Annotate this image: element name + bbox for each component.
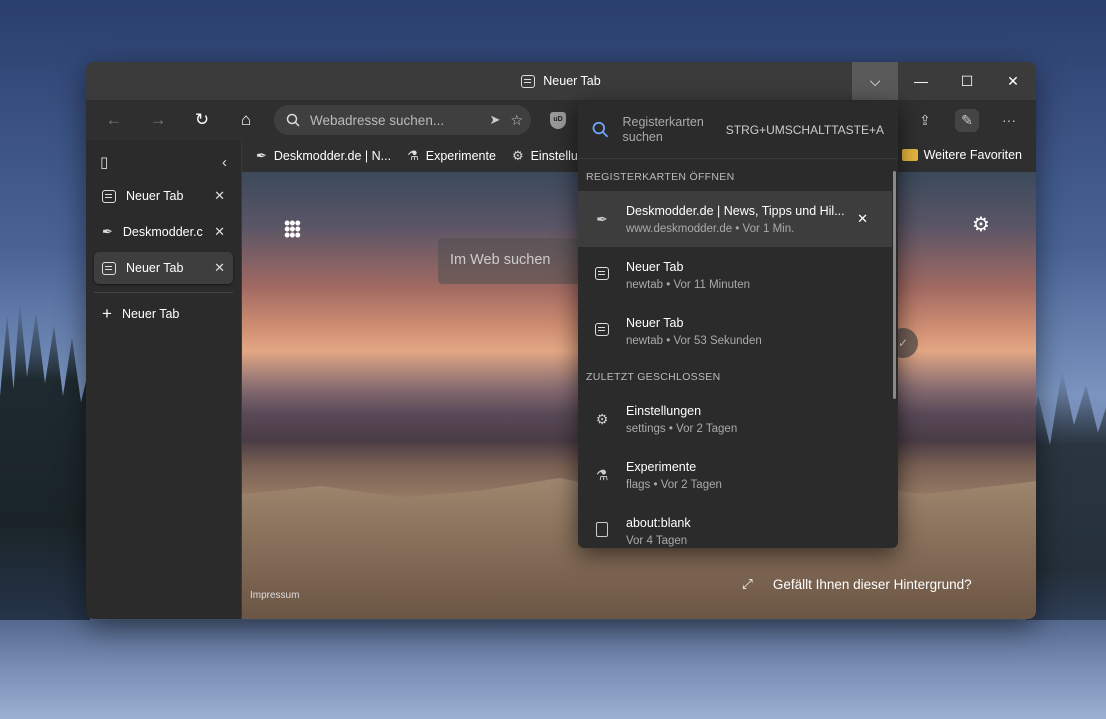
tab-search-item[interactable]: ✒ Deskmodder.de | News, Tipps und Hil...…: [578, 191, 892, 247]
collapse-sidebar-icon[interactable]: ‹: [222, 154, 227, 171]
newtab-icon: [595, 323, 609, 336]
tab-search-item[interactable]: Neuer Tab newtab • Vor 53 Sekunden: [578, 303, 898, 359]
tab-search-item-subtitle: newtab • Vor 11 Minuten: [626, 278, 751, 291]
open-tabs-section-title: REGISTERKARTEN ÖFFNEN: [586, 171, 735, 183]
tab-search-item-title: Einstellungen: [626, 403, 702, 418]
recently-closed-section-title: ZULETZT GESCHLOSSEN: [586, 371, 721, 383]
favorite-item[interactable]: ⚗ Experimente: [407, 148, 496, 164]
page-icon: [596, 522, 608, 537]
favorite-label: Deskmodder.de | N...: [273, 149, 392, 163]
desktop-trees-left: [0, 300, 90, 620]
favorite-item[interactable]: ⚙ Einstellu: [512, 148, 578, 164]
page-settings-gear-icon[interactable]: ⚙: [972, 212, 990, 237]
toolbar-right: ⇪ ✎ ···: [904, 104, 1036, 136]
newtab-icon: [102, 189, 116, 203]
tab-search-item[interactable]: about:blank Vor 4 Tagen: [578, 503, 898, 548]
tab-search-item-title: Neuer Tab: [626, 315, 684, 330]
window-controls: ⌵ — ☐ ✕: [852, 62, 1036, 100]
search-icon: [286, 113, 300, 127]
newtab-icon: [521, 74, 536, 88]
sidebar-tab[interactable]: ✒ Deskmodder.c ✕: [94, 216, 233, 248]
title-bar: Neuer Tab ⌵ — ☐ ✕: [86, 62, 1036, 100]
feather-icon: ✒: [256, 148, 267, 163]
vertical-tabs-sidebar: ▯ ‹ Neuer Tab ✕ ✒ Deskmodder.c ✕ Neuer T…: [86, 140, 242, 619]
window-title: Neuer Tab: [521, 74, 601, 88]
apps-grid-icon[interactable]: ••• ••• •••: [284, 214, 301, 244]
new-tab-label: Neuer Tab: [121, 307, 180, 321]
more-menu-button[interactable]: ···: [988, 104, 1030, 136]
tab-search-item-title: Experimente: [626, 459, 697, 474]
close-tab-icon[interactable]: ✕: [214, 260, 225, 276]
desktop-lake: [0, 620, 1106, 719]
plus-icon: +: [102, 304, 112, 323]
tab-search-item-subtitle: flags • Vor 2 Tagen: [626, 478, 722, 491]
flask-icon: ⚗: [407, 148, 419, 163]
flask-icon: ⚗: [595, 466, 609, 483]
tab-search-item-subtitle: settings • Vor 2 Tagen: [626, 422, 738, 435]
gear-icon: ⚙: [595, 410, 609, 427]
background-feedback[interactable]: ⤢ Gefällt Ihnen dieser Hintergrund?: [742, 576, 972, 592]
forward-button[interactable]: →: [136, 104, 180, 136]
share-icon[interactable]: ⇪: [904, 104, 946, 136]
close-tab-icon[interactable]: ✕: [857, 211, 868, 227]
sidebar-tab-label: Neuer Tab: [126, 261, 184, 275]
close-button[interactable]: ✕: [990, 62, 1036, 100]
close-tab-icon[interactable]: ✕: [214, 188, 225, 204]
tab-search-dropdown: Registerkarten suchen STRG+UMSCHALTTASTE…: [578, 101, 898, 548]
tab-search-item-title: about:blank: [626, 515, 691, 530]
send-icon[interactable]: ➤: [490, 112, 501, 128]
tab-search-item-title: Deskmodder.de | News, Tipps und Hil...: [626, 203, 845, 218]
more-favorites[interactable]: Weitere Favoriten: [901, 148, 1022, 162]
feather-icon: ✒: [596, 210, 608, 227]
add-favorite-icon[interactable]: ☆: [510, 112, 523, 129]
customize-brush-icon[interactable]: ✎: [946, 104, 988, 136]
tab-search-dropdown-button[interactable]: ⌵: [852, 62, 898, 100]
sidebar-tab[interactable]: Neuer Tab ✕: [94, 180, 233, 212]
expand-icon[interactable]: ⤢: [742, 576, 753, 592]
tab-search-item[interactable]: ⚙ Einstellungen settings • Vor 2 Tagen: [578, 391, 898, 447]
newtab-icon: [595, 267, 609, 280]
minimize-button[interactable]: —: [898, 62, 944, 100]
sidebar-tab-label: Deskmodder.c: [122, 225, 203, 239]
sidebar-divider: [94, 292, 233, 293]
gear-icon: ⚙: [511, 148, 524, 163]
folder-icon: [901, 149, 918, 161]
back-button[interactable]: ←: [92, 104, 136, 136]
window-title-text: Neuer Tab: [543, 74, 601, 88]
desktop-trees-right: [1026, 370, 1106, 620]
newtab-icon: [102, 261, 116, 275]
tab-search-shortcut: STRG+UMSCHALTTASTE+A: [725, 122, 884, 137]
tab-actions-icon[interactable]: ▯: [100, 153, 108, 171]
close-tab-icon[interactable]: ✕: [214, 224, 225, 240]
tab-search-input[interactable]: Registerkarten suchen: [623, 115, 712, 145]
address-input[interactable]: Webadresse suchen...: [310, 113, 444, 128]
maximize-button[interactable]: ☐: [944, 62, 990, 100]
impressum-link[interactable]: Impressum: [250, 590, 299, 601]
tab-search-item-subtitle: newtab • Vor 53 Sekunden: [626, 334, 762, 347]
web-search-input[interactable]: Im Web suchen: [438, 238, 588, 284]
tab-search-scrollbar[interactable]: [893, 171, 896, 399]
refresh-button[interactable]: ↻: [180, 104, 224, 136]
favorite-item[interactable]: ✒ Deskmodder.de | N...: [256, 148, 391, 164]
background-feedback-text: Gefällt Ihnen dieser Hintergrund?: [772, 576, 972, 592]
favorite-label: Experimente: [425, 149, 496, 163]
address-bar[interactable]: Webadresse suchen... ➤ ☆: [274, 105, 531, 135]
sidebar-tab-active[interactable]: Neuer Tab ✕: [94, 252, 233, 284]
home-button[interactable]: ⌂: [224, 104, 268, 136]
favorite-label: Einstellu: [530, 149, 578, 163]
tab-search-item[interactable]: Neuer Tab newtab • Vor 11 Minuten: [578, 247, 898, 303]
tab-search-item-subtitle: Vor 4 Tagen: [626, 534, 688, 547]
sidebar-header: ▯ ‹: [94, 148, 233, 176]
more-favorites-label: Weitere Favoriten: [923, 148, 1022, 162]
tab-search-header: Registerkarten suchen STRG+UMSCHALTTASTE…: [578, 101, 898, 159]
sidebar-tab-label: Neuer Tab: [126, 189, 184, 203]
feather-icon: ✒: [102, 224, 113, 239]
tab-search-item-title: Neuer Tab: [626, 259, 684, 274]
search-icon: [592, 121, 609, 138]
ublock-extension-icon[interactable]: uD: [550, 112, 566, 129]
new-tab-button[interactable]: + Neuer Tab: [94, 299, 233, 329]
tab-search-item[interactable]: ⚗ Experimente flags • Vor 2 Tagen: [578, 447, 898, 503]
tab-search-item-subtitle: www.deskmodder.de • Vor 1 Min.: [626, 222, 795, 235]
